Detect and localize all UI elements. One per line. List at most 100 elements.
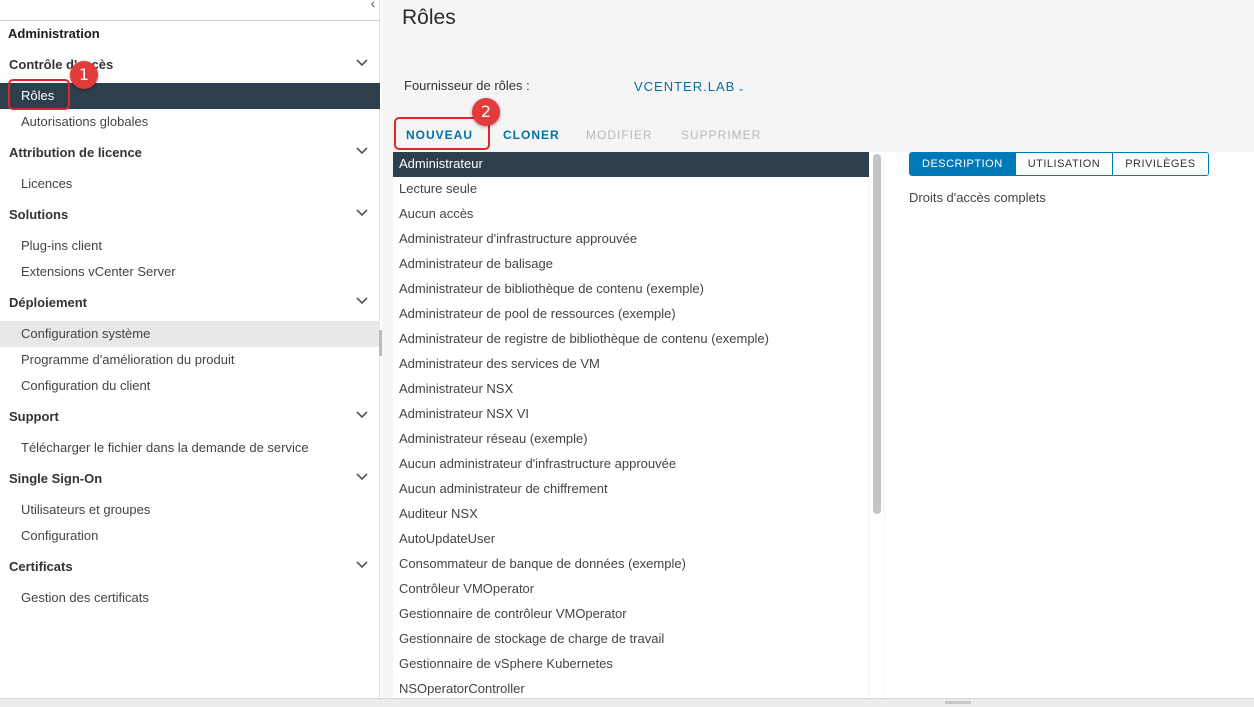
role-row[interactable]: AutoUpdateUser — [393, 527, 869, 552]
delete-role-button[interactable]: SUPPRIMER — [681, 128, 761, 142]
role-label: Administrateur de balisage — [399, 256, 553, 271]
sidebar-item-label: Utilisateurs et groupes — [21, 502, 151, 517]
role-label: Administrateur de pool de ressources (ex… — [399, 306, 676, 321]
role-row[interactable]: Gestionnaire de vSphere Kubernetes — [393, 652, 869, 677]
role-row[interactable]: Administrateur réseau (exemple) — [393, 427, 869, 452]
tab-description[interactable]: DESCRIPTION — [910, 153, 1015, 175]
section-attribution-licence[interactable]: Attribution de licence — [0, 140, 380, 166]
role-label: Lecture seule — [399, 181, 478, 196]
role-label: Administrateur — [399, 156, 483, 171]
section-label: Contrôle d'accès — [9, 57, 114, 72]
role-row[interactable]: Lecture seule — [393, 177, 869, 202]
tab-utilisation[interactable]: UTILISATION — [1014, 153, 1113, 175]
section-single-sign-on[interactable]: Single Sign-On — [0, 466, 380, 492]
role-label: Contrôleur VMOperator — [399, 581, 535, 596]
role-label: Administrateur de bibliothèque de conten… — [399, 281, 704, 296]
role-label: Aucun accès — [399, 206, 474, 221]
sidebar-item-label: Configuration — [21, 528, 99, 543]
role-list-scrollbar[interactable] — [870, 152, 884, 698]
sidebar-item-label: Extensions vCenter Server — [21, 264, 176, 279]
callout-badge: 1 — [70, 61, 98, 89]
tab-privileges[interactable]: PRIVILÈGES — [1112, 153, 1208, 175]
role-label: Gestionnaire de vSphere Kubernetes — [399, 656, 613, 671]
role-row[interactable]: Consommateur de banque de données (exemp… — [393, 552, 869, 577]
role-row[interactable]: Administrateur de registre de bibliothèq… — [393, 327, 869, 352]
sidebar-item-licences[interactable]: Licences — [0, 171, 380, 197]
scrollbar-thumb[interactable] — [873, 154, 881, 514]
callout-badge: 2 — [472, 98, 500, 126]
chevron-down-icon — [356, 209, 368, 217]
chevron-down-icon — [356, 473, 368, 481]
sidebar-item-label: Programme d'amélioration du produit — [21, 352, 235, 367]
section-label: Attribution de licence — [9, 145, 142, 160]
sidebar-item-programme-amelioration[interactable]: Programme d'amélioration du produit — [0, 347, 380, 373]
role-row[interactable]: Administrateur d'infrastructure approuvé… — [393, 227, 869, 252]
section-controle-acces[interactable]: Contrôle d'accès — [0, 52, 380, 78]
callout-highlight-roles — [8, 79, 70, 110]
role-row[interactable]: Aucun accès — [393, 202, 869, 227]
role-label: AutoUpdateUser — [399, 531, 496, 546]
role-row[interactable]: Administrateur — [393, 152, 869, 177]
section-label: Déploiement — [9, 295, 88, 310]
role-row[interactable]: Administrateur NSX — [393, 377, 869, 402]
chevron-down-icon — [356, 411, 368, 419]
section-solutions[interactable]: Solutions — [0, 202, 380, 228]
role-row[interactable]: Aucun administrateur de chiffrement — [393, 477, 869, 502]
role-label: Aucun administrateur de chiffrement — [399, 481, 608, 496]
role-list: Administrateur Lecture seule Aucun accès… — [393, 152, 869, 698]
edit-role-button[interactable]: MODIFIER — [586, 128, 653, 142]
section-deploiement[interactable]: Déploiement — [0, 290, 380, 316]
scrollbar-thumb[interactable] — [945, 701, 971, 704]
role-detail-panel: DESCRIPTION UTILISATION PRIVILÈGES Droit… — [885, 152, 1254, 698]
role-label: Gestionnaire de stockage de charge de tr… — [399, 631, 665, 646]
chevron-down-icon — [356, 147, 368, 155]
role-label: Administrateur réseau (exemple) — [399, 431, 588, 446]
chevron-down-icon: ⌄ — [737, 83, 746, 93]
provider-value: VCENTER.LAB — [634, 79, 736, 94]
role-row[interactable]: Contrôleur VMOperator — [393, 577, 869, 602]
sidebar-item-label: Gestion des certificats — [21, 590, 149, 605]
sidebar-item-autorisations-globales[interactable]: Autorisations globales — [0, 109, 380, 135]
role-row[interactable]: Gestionnaire de stockage de charge de tr… — [393, 627, 869, 652]
page-title: Rôles — [402, 6, 456, 29]
sidebar-item-label: Configuration système — [21, 326, 151, 341]
sidebar-item-plugins-client[interactable]: Plug-ins client — [0, 233, 380, 259]
role-label: Consommateur de banque de données (exemp… — [399, 556, 686, 571]
sidebar-item-configuration[interactable]: Configuration — [0, 523, 380, 549]
role-label: Auditeur NSX — [399, 506, 478, 521]
role-label: Administrateur d'infrastructure approuvé… — [399, 231, 638, 246]
role-label: Gestionnaire de contrôleur VMOperator — [399, 606, 627, 621]
divider — [0, 20, 380, 21]
sidebar-item-label: Plug-ins client — [21, 238, 102, 253]
role-row[interactable]: Administrateur de pool de ressources (ex… — [393, 302, 869, 327]
clone-role-button[interactable]: CLONER — [503, 128, 560, 142]
bottom-scrollbar[interactable] — [0, 698, 1254, 707]
role-row[interactable]: Administrateur de balisage — [393, 252, 869, 277]
sidebar-item-extensions-vcenter[interactable]: Extensions vCenter Server — [0, 259, 380, 285]
chevron-left-icon[interactable]: ‹ — [366, 0, 380, 10]
sidebar-item-configuration-systeme[interactable]: Configuration système — [0, 321, 380, 347]
detail-tabs: DESCRIPTION UTILISATION PRIVILÈGES — [909, 152, 1209, 176]
role-row[interactable]: Administrateur de bibliothèque de conten… — [393, 277, 869, 302]
role-label: Administrateur NSX VI — [399, 406, 530, 421]
section-label: Single Sign-On — [9, 471, 103, 486]
sidebar-item-gestion-certificats[interactable]: Gestion des certificats — [0, 585, 380, 611]
sidebar-item-label: Autorisations globales — [21, 114, 149, 129]
role-row[interactable]: Administrateur des services de VM — [393, 352, 869, 377]
role-row[interactable]: Gestionnaire de contrôleur VMOperator — [393, 602, 869, 627]
role-row[interactable]: Aucun administrateur d'infrastructure ap… — [393, 452, 869, 477]
sidebar-item-configuration-client[interactable]: Configuration du client — [0, 373, 380, 399]
role-row[interactable]: NSOperatorController — [393, 677, 869, 698]
sidebar-item-utilisateurs-groupes[interactable]: Utilisateurs et groupes — [0, 497, 380, 523]
chevron-down-icon — [356, 561, 368, 569]
sidebar-title: Administration — [8, 26, 100, 41]
role-label: Administrateur NSX — [399, 381, 514, 396]
provider-dropdown[interactable]: VCENTER.LAB ⌄ — [634, 79, 746, 94]
section-certificats[interactable]: Certificats — [0, 554, 380, 580]
sidebar-item-telecharger-fichier[interactable]: Télécharger le fichier dans la demande d… — [0, 435, 380, 461]
role-row[interactable]: Auditeur NSX — [393, 502, 869, 527]
section-support[interactable]: Support — [0, 404, 380, 430]
provider-label: Fournisseur de rôles : — [404, 78, 530, 93]
role-label: Administrateur des services de VM — [399, 356, 600, 371]
role-row[interactable]: Administrateur NSX VI — [393, 402, 869, 427]
